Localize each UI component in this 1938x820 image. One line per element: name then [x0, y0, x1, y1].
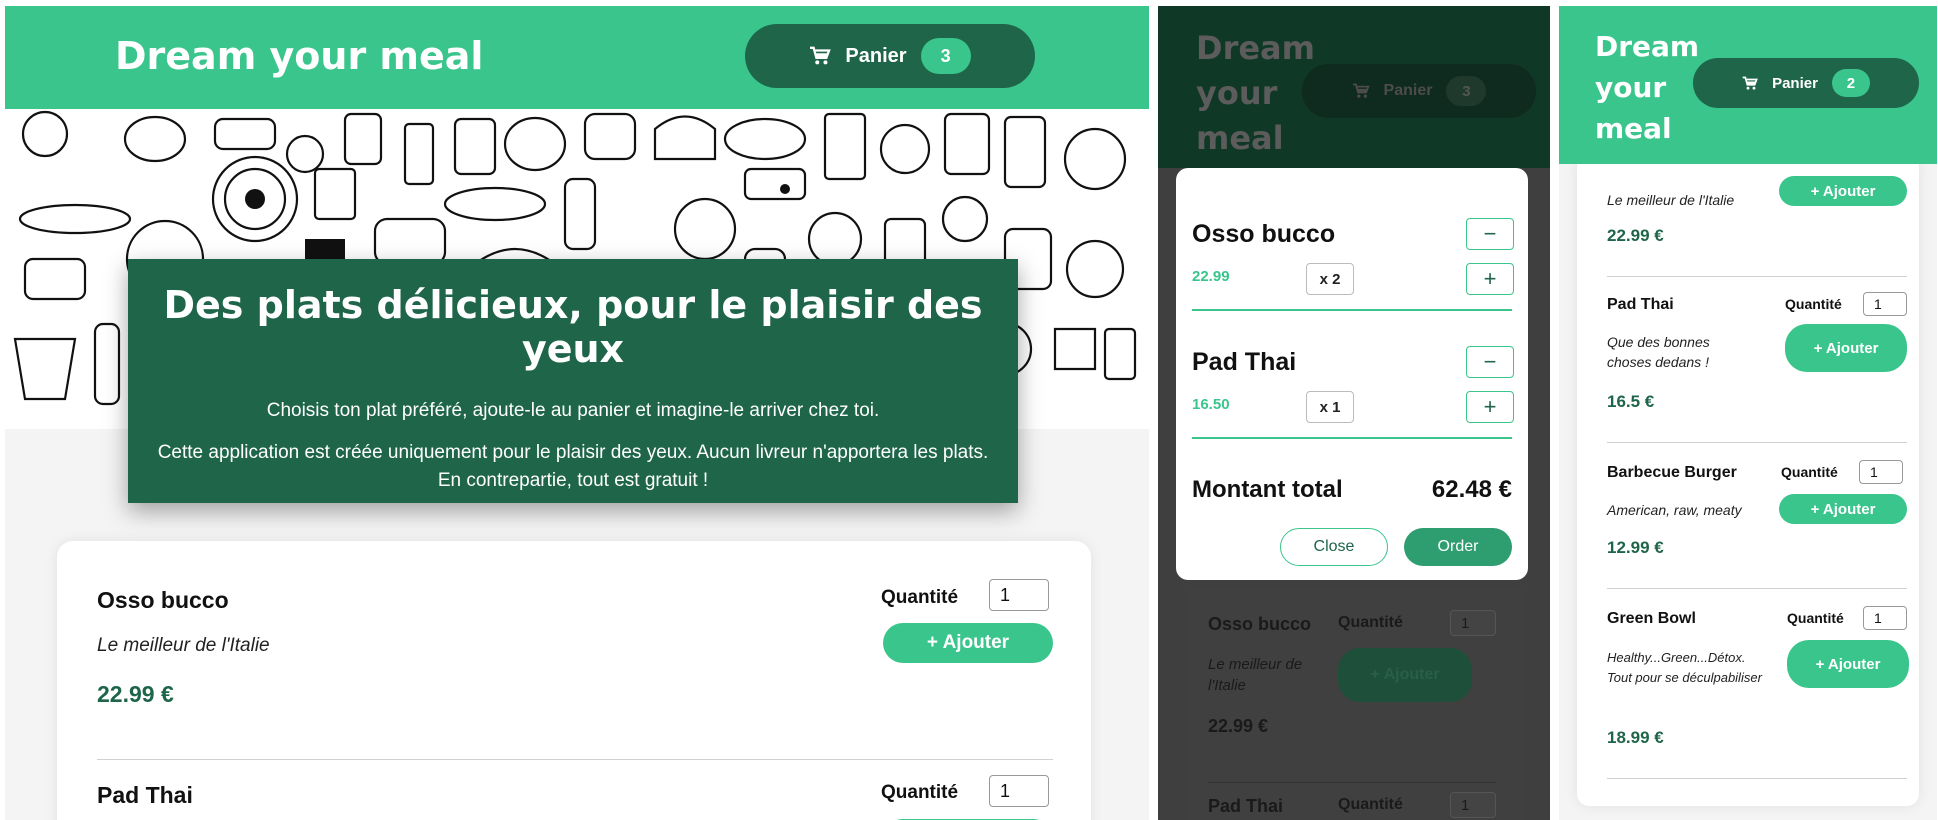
cart-modal: Osso bucco − 22.99 x 2 + Pad Thai − 16.5… — [1176, 168, 1528, 580]
total-value: 62.48 € — [1431, 476, 1512, 503]
cart-label: Panier — [845, 44, 907, 67]
meal-description: Que des bonnes choses dedans ! — [1607, 334, 1710, 370]
divider — [1607, 442, 1907, 443]
meal-price: 22.99 € — [97, 681, 174, 707]
decrease-quantity-button[interactable]: − — [1466, 218, 1514, 250]
add-button[interactable]: + Ajouter — [1785, 324, 1907, 372]
hero-banner: Des plats délicieux, pour le plaisir des… — [128, 259, 1018, 503]
meal-description: Le meilleur de l'Italie — [97, 635, 270, 656]
increase-quantity-button[interactable]: + — [1466, 263, 1514, 295]
quantity-input[interactable]: 1 — [1863, 606, 1907, 630]
meal-description: Le meilleur de l'Italie — [1208, 656, 1303, 694]
divider — [1607, 778, 1907, 779]
divider — [1607, 588, 1907, 589]
cart-button[interactable]: Panier 3 — [745, 24, 1035, 88]
cart-item-quantity: x 1 — [1306, 391, 1354, 423]
brand-line: meal — [1595, 112, 1672, 145]
quantity-label: Quantité — [1338, 796, 1403, 813]
meal-name: Green Bowl — [1607, 610, 1696, 627]
divider — [1208, 782, 1496, 783]
cart-count-badge: 2 — [1831, 69, 1870, 97]
header-dimmed: Dream your meal Panier 3 — [1158, 6, 1550, 168]
hero-text-2: Cette application est créée uniquement p… — [157, 442, 989, 491]
brand-line: your — [1196, 74, 1278, 112]
quantity-input[interactable]: 1 — [1450, 792, 1496, 818]
meal-price: 18.99 € — [1607, 728, 1664, 747]
cart-label: Panier — [1772, 74, 1818, 92]
brand-title: Dream your meal — [1595, 26, 1705, 149]
meal-name: Pad Thai — [1607, 296, 1674, 313]
divider — [1192, 309, 1512, 311]
mobile-view: Le meilleur de l'Italie + Ajouter 22.99 … — [1559, 6, 1937, 820]
quantity-label: Quantité — [881, 782, 959, 803]
meal-name: Osso bucco — [1208, 614, 1312, 634]
header: Dream your meal Panier 3 — [5, 6, 1149, 109]
quantity-input[interactable]: 1 — [1859, 460, 1903, 484]
quantity-input[interactable]: 1 — [1863, 292, 1907, 316]
divider — [1607, 276, 1907, 277]
add-button[interactable]: + Ajouter — [883, 623, 1053, 663]
total-label: Montant total — [1192, 476, 1343, 503]
cart-icon — [1352, 83, 1370, 98]
menu-card: Osso bucco Le meilleur de l'Italie 22.99… — [57, 541, 1091, 820]
meal-name: Osso bucco — [97, 587, 229, 613]
cart-item-price: 16.50 — [1192, 396, 1230, 413]
hero-title: Des plats délicieux, pour le plaisir des… — [163, 283, 983, 371]
quantity-input[interactable]: 1 — [989, 775, 1049, 807]
quantity-input[interactable]: 1 — [989, 579, 1049, 611]
brand-line: Dream — [1595, 30, 1700, 63]
increase-quantity-button[interactable]: + — [1466, 391, 1514, 423]
desktop-view: Dream your meal Panier 3 Des plats délic… — [5, 6, 1149, 820]
add-button[interactable]: + Ajouter — [1787, 640, 1909, 688]
add-button[interactable]: + Ajouter — [1338, 648, 1472, 702]
close-button[interactable]: Close — [1280, 528, 1388, 566]
cart-item-price: 22.99 — [1192, 268, 1230, 285]
menu-card-dimmed: Osso bucco Quantité 1 Le meilleur de l'I… — [1186, 586, 1522, 820]
brand-title: Dream your meal — [115, 34, 484, 78]
brand-line: Dream — [1196, 29, 1315, 67]
add-button[interactable]: + Ajouter — [1779, 494, 1907, 524]
add-button[interactable]: + Ajouter — [1779, 176, 1907, 206]
quantity-label: Quantité — [1787, 610, 1844, 626]
hero-text-1: Choisis ton plat préféré, ajoute-le au p… — [266, 400, 880, 421]
brand-line: meal — [1196, 119, 1284, 157]
quantity-label: Quantité — [1338, 614, 1403, 631]
meal-name: Barbecue Burger — [1607, 464, 1737, 481]
meal-description: Le meilleur de l'Italie — [1607, 192, 1735, 208]
meal-price: 22.99 € — [1208, 716, 1269, 736]
cart-count-badge: 3 — [1446, 76, 1487, 106]
meal-name: Pad Thai — [1208, 796, 1284, 816]
brand-line: your — [1595, 71, 1667, 104]
cart-item-quantity: x 2 — [1306, 263, 1354, 295]
divider — [97, 759, 1053, 760]
header: Dream your meal Panier 2 — [1559, 6, 1937, 164]
cart-button[interactable]: Panier 2 — [1693, 58, 1919, 108]
cart-button[interactable]: Panier 3 — [1302, 64, 1536, 118]
order-button[interactable]: Order — [1404, 528, 1512, 566]
meal-price: 22.99 € — [1607, 226, 1664, 245]
quantity-input[interactable]: 1 — [1450, 610, 1496, 636]
menu-card: Le meilleur de l'Italie + Ajouter 22.99 … — [1577, 156, 1919, 806]
meal-price: 12.99 € — [1607, 538, 1664, 557]
meal-description: Healthy...Green...Détox. Tout pour se dé… — [1607, 650, 1762, 685]
cart-item-name: Pad Thai — [1192, 348, 1297, 376]
decrease-quantity-button[interactable]: − — [1466, 346, 1514, 378]
cart-icon — [810, 46, 832, 65]
meal-name: Pad Thai — [97, 782, 193, 808]
quantity-label: Quantité — [1781, 464, 1838, 480]
cart-item-name: Osso bucco — [1192, 220, 1336, 248]
quantity-label: Quantité — [881, 587, 959, 608]
brand-title: Dream your meal — [1196, 26, 1316, 161]
cart-icon — [1742, 76, 1758, 90]
divider — [1192, 437, 1512, 439]
cart-count-badge: 3 — [920, 38, 971, 74]
cart-modal-view: Dream your meal Panier 3 Osso bucco Quan… — [1158, 6, 1550, 820]
meal-price: 16.5 € — [1607, 392, 1655, 411]
cart-label: Panier — [1383, 82, 1433, 99]
quantity-label: Quantité — [1785, 296, 1842, 312]
meal-description: American, raw, meaty — [1607, 502, 1742, 518]
